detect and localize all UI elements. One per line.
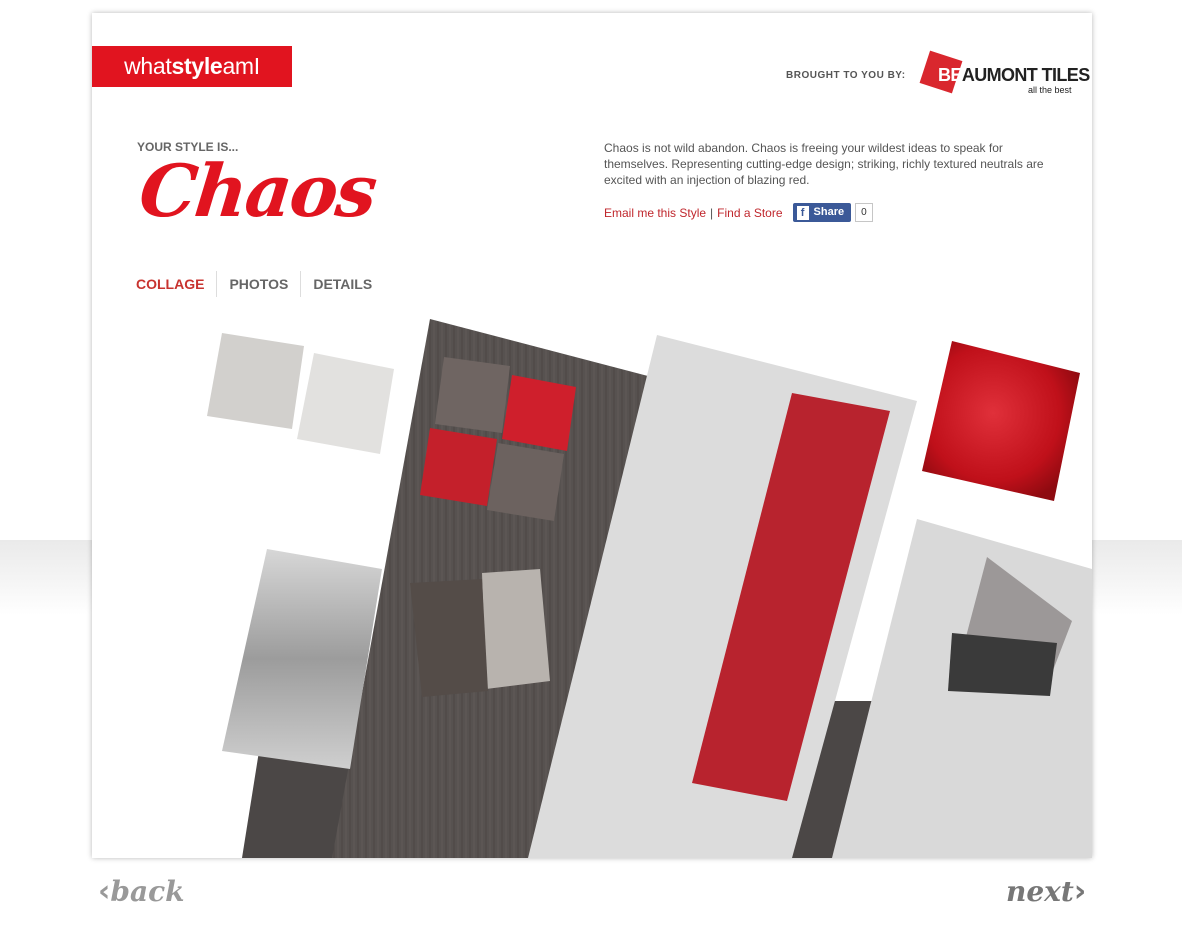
laminate-sample bbox=[482, 569, 550, 689]
tab-collage[interactable]: COLLAGE bbox=[136, 271, 216, 297]
next-label: next bbox=[1006, 875, 1074, 908]
sponsor-name: BEAUMONT TILES bbox=[938, 65, 1090, 86]
brought-to-you-by-label: BROUGHT TO YOU BY: bbox=[786, 70, 906, 81]
beaumont-tiles-logo[interactable]: BEAUMONT TILES all the best bbox=[918, 50, 1090, 101]
facebook-share-button[interactable]: f Share bbox=[792, 203, 852, 222]
brown-glass-tile bbox=[435, 357, 510, 433]
grey-square-tile bbox=[207, 333, 304, 429]
share-count: 0 bbox=[855, 203, 873, 222]
view-tabs: COLLAGE PHOTOS DETAILS bbox=[136, 271, 384, 297]
style-name-heading: Chaos bbox=[135, 148, 380, 233]
sponsor-tagline: all the best bbox=[1028, 85, 1072, 95]
logo-text-ami: amI bbox=[222, 53, 260, 79]
next-button[interactable]: next› bbox=[1006, 874, 1086, 909]
chevron-left-icon: ‹ bbox=[98, 874, 111, 909]
find-store-link[interactable]: Find a Store bbox=[717, 206, 782, 220]
back-button[interactable]: ‹back bbox=[98, 874, 185, 909]
red-3d-tile bbox=[922, 341, 1080, 501]
whatstyleami-logo[interactable]: whatstyleamI bbox=[92, 46, 292, 87]
style-collage-image bbox=[92, 311, 1092, 858]
back-label: back bbox=[110, 875, 185, 908]
style-description: Chaos is not wild abandon. Chaos is free… bbox=[604, 141, 1044, 187]
logo-text-what: what bbox=[124, 53, 172, 79]
facebook-icon: f bbox=[796, 205, 809, 220]
action-links: Email me this Style | Find a Store f Shar… bbox=[604, 203, 873, 222]
share-label: Share bbox=[813, 206, 845, 218]
light-square-tile bbox=[297, 353, 394, 454]
chevron-right-icon: › bbox=[1073, 874, 1087, 909]
striped-wood-sample bbox=[410, 579, 488, 697]
sponsor-name-b: AUMONT TILES bbox=[961, 65, 1090, 85]
link-separator: | bbox=[710, 205, 714, 220]
tab-photos[interactable]: PHOTOS bbox=[216, 271, 300, 297]
dark-sample-chip bbox=[948, 633, 1057, 696]
red-glass-tile bbox=[502, 375, 576, 451]
logo-text-style: style bbox=[171, 53, 223, 79]
collage-photo bbox=[207, 319, 1092, 858]
sponsor-name-a: BE bbox=[938, 65, 962, 85]
red-glass-tile bbox=[420, 428, 497, 506]
tab-details[interactable]: DETAILS bbox=[300, 271, 384, 297]
style-result-card: whatstyleamI BROUGHT TO YOU BY: BEAUMONT… bbox=[92, 13, 1092, 858]
brown-glass-tile bbox=[487, 443, 564, 521]
email-style-link[interactable]: Email me this Style bbox=[604, 206, 706, 220]
